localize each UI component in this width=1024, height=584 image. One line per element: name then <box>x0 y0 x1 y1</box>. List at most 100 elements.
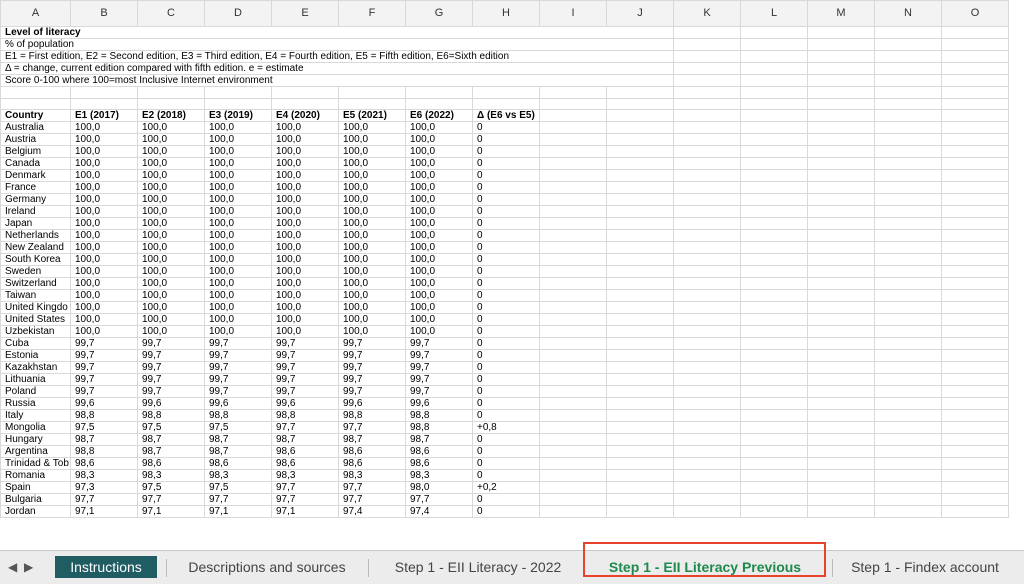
cell[interactable] <box>807 265 875 278</box>
cell[interactable] <box>673 433 741 446</box>
cell[interactable] <box>606 277 674 290</box>
cell[interactable]: 100,0 <box>405 301 473 314</box>
cell[interactable] <box>539 133 607 146</box>
cell[interactable] <box>539 361 607 374</box>
cell[interactable]: 100,0 <box>204 325 272 338</box>
cell[interactable] <box>673 62 741 75</box>
cell[interactable] <box>673 337 741 350</box>
cell[interactable]: 98,3 <box>271 469 339 482</box>
cell[interactable] <box>338 86 406 99</box>
cell[interactable]: E6 (2022) <box>405 109 473 122</box>
cell[interactable] <box>941 385 1009 398</box>
cell[interactable] <box>874 289 942 302</box>
cell[interactable] <box>606 181 674 194</box>
cell[interactable]: 98,7 <box>204 433 272 446</box>
cell[interactable] <box>673 505 741 518</box>
cell[interactable] <box>740 409 808 422</box>
cell[interactable]: 99,7 <box>70 337 138 350</box>
cell[interactable]: 100,0 <box>137 145 205 158</box>
cell[interactable]: 0 <box>472 289 540 302</box>
cell[interactable] <box>740 145 808 158</box>
cell[interactable]: 100,0 <box>137 325 205 338</box>
cell[interactable]: 0 <box>472 313 540 326</box>
cell[interactable] <box>606 193 674 206</box>
cell[interactable] <box>606 301 674 314</box>
cell[interactable] <box>874 457 942 470</box>
tab-step1-eii-literacy-2022[interactable]: Step 1 - EII Literacy - 2022 <box>380 556 576 578</box>
cell[interactable]: 100,0 <box>338 133 406 146</box>
cell[interactable]: 98,3 <box>137 469 205 482</box>
cell[interactable]: 100,0 <box>271 217 339 230</box>
cell[interactable] <box>740 205 808 218</box>
cell[interactable]: 0 <box>472 157 540 170</box>
cell[interactable] <box>740 457 808 470</box>
cell[interactable]: 100,0 <box>137 289 205 302</box>
cell[interactable] <box>606 337 674 350</box>
column-header-b[interactable]: B <box>70 0 138 27</box>
cell[interactable] <box>941 265 1009 278</box>
cell[interactable] <box>539 289 607 302</box>
cell[interactable]: 97,5 <box>137 481 205 494</box>
cell[interactable]: 97,1 <box>204 505 272 518</box>
cell[interactable] <box>874 313 942 326</box>
cell[interactable]: 98,8 <box>70 445 138 458</box>
cell[interactable] <box>807 493 875 506</box>
cell[interactable]: 100,0 <box>405 265 473 278</box>
cell[interactable] <box>539 409 607 422</box>
triangle-left-icon[interactable]: ◀ <box>8 560 17 574</box>
cell[interactable]: 98,3 <box>204 469 272 482</box>
cell[interactable] <box>740 433 808 446</box>
cell[interactable]: 98,8 <box>338 409 406 422</box>
cell[interactable] <box>673 493 741 506</box>
cell[interactable] <box>874 373 942 386</box>
cell[interactable]: 0 <box>472 205 540 218</box>
cell[interactable] <box>539 325 607 338</box>
cell[interactable] <box>740 86 808 99</box>
cell[interactable] <box>539 481 607 494</box>
cell[interactable]: 100,0 <box>271 157 339 170</box>
cell[interactable]: 100,0 <box>70 133 138 146</box>
cell[interactable] <box>740 361 808 374</box>
cell[interactable] <box>606 457 674 470</box>
cell[interactable] <box>874 301 942 314</box>
cell[interactable] <box>606 349 674 362</box>
cell[interactable] <box>539 145 607 158</box>
cell[interactable]: Lithuania <box>0 373 71 386</box>
cell[interactable] <box>673 145 741 158</box>
cell[interactable] <box>874 481 942 494</box>
cell[interactable] <box>807 289 875 302</box>
cell[interactable] <box>807 277 875 290</box>
cell[interactable]: 100,0 <box>338 181 406 194</box>
cell[interactable] <box>941 481 1009 494</box>
cell[interactable]: 100,0 <box>137 217 205 230</box>
cell[interactable] <box>70 86 138 99</box>
cell[interactable] <box>807 433 875 446</box>
cell[interactable]: 100,0 <box>70 325 138 338</box>
cell[interactable] <box>740 133 808 146</box>
cell[interactable] <box>673 373 741 386</box>
cell[interactable] <box>405 97 473 110</box>
cell[interactable]: 99,7 <box>405 373 473 386</box>
cell[interactable]: 99,7 <box>271 349 339 362</box>
cell[interactable]: Jordan <box>0 505 71 518</box>
cell[interactable] <box>941 397 1009 410</box>
cell[interactable]: 100,0 <box>271 277 339 290</box>
cell[interactable] <box>807 301 875 314</box>
cell[interactable] <box>740 26 808 39</box>
cell[interactable] <box>673 469 741 482</box>
cell[interactable]: % of population <box>0 38 674 51</box>
cell[interactable] <box>807 205 875 218</box>
cell[interactable] <box>941 433 1009 446</box>
cell[interactable] <box>874 409 942 422</box>
cell[interactable]: Romania <box>0 469 71 482</box>
cell[interactable] <box>539 193 607 206</box>
cell[interactable] <box>740 74 808 87</box>
cell[interactable]: 0 <box>472 169 540 182</box>
cell[interactable]: 100,0 <box>405 181 473 194</box>
cell[interactable]: 99,7 <box>271 361 339 374</box>
cell[interactable] <box>941 409 1009 422</box>
cell[interactable] <box>539 217 607 230</box>
cell[interactable] <box>874 421 942 434</box>
cell[interactable]: 100,0 <box>405 313 473 326</box>
cell[interactable]: 0 <box>472 181 540 194</box>
